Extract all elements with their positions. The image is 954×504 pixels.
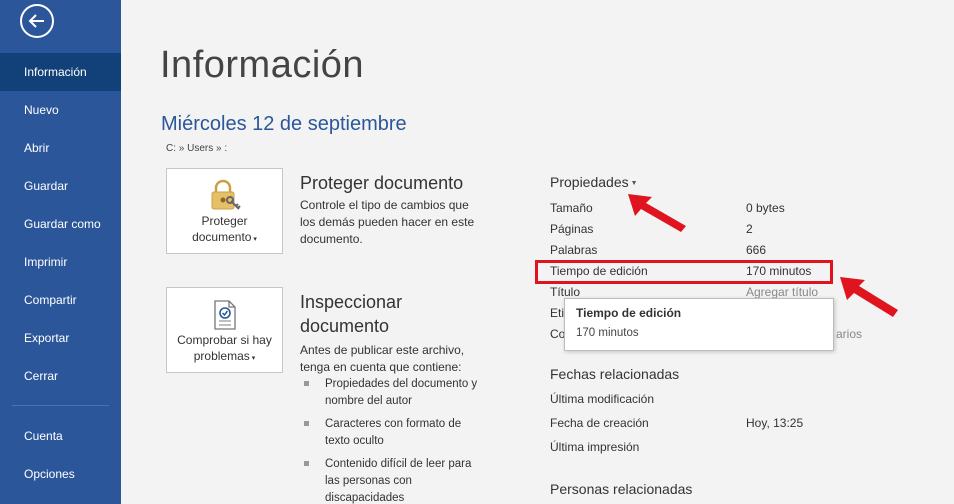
back-button[interactable]: [20, 4, 54, 38]
nav-item-abrir[interactable]: Abrir: [0, 129, 121, 167]
check-issues-button[interactable]: Comprobar si hay problemas ▾: [166, 287, 283, 373]
protect-document-label: Proteger documento ▾: [192, 214, 257, 244]
properties-header[interactable]: Propiedades ▼: [550, 174, 638, 190]
nav-item-guardar-como[interactable]: Guardar como: [0, 205, 121, 243]
page-title: Información: [160, 44, 365, 86]
related-people-header: Personas relacionadas: [550, 481, 693, 497]
nav-item-informacion[interactable]: Información: [0, 53, 121, 91]
red-arrow-icon: [628, 194, 686, 232]
nav-separator: [12, 405, 109, 406]
document-name: Miércoles 12 de septiembre: [161, 113, 407, 135]
property-row-size: Tamaño 0 bytes: [550, 201, 785, 215]
check-issues-label: Comprobar si hay problemas ▾: [177, 333, 272, 363]
date-row-last-modified: Última modificación: [550, 392, 655, 406]
editing-time-tooltip: Tiempo de edición 170 minutos: [564, 298, 834, 351]
protect-document-button[interactable]: Proteger documento ▾: [166, 168, 283, 254]
nav-item-guardar[interactable]: Guardar: [0, 167, 121, 205]
nav-item-cerrar[interactable]: Cerrar: [0, 357, 121, 395]
protect-document-description: Controle el tipo de cambios que los demá…: [300, 198, 475, 246]
editing-time-highlight: [535, 260, 833, 284]
related-dates-header: Fechas relacionadas: [550, 366, 680, 382]
nav-item-nuevo[interactable]: Nuevo: [0, 91, 121, 129]
inspect-document-title: Inspeccionar documento: [300, 292, 403, 336]
nav-item-opciones[interactable]: Opciones: [0, 455, 121, 493]
nav-item-compartir[interactable]: Compartir: [0, 281, 121, 319]
nav-item-cuenta[interactable]: Cuenta: [0, 417, 121, 455]
lock-key-icon: [211, 179, 241, 210]
property-row-pages: Páginas 2: [550, 222, 753, 236]
title-input[interactable]: Agregar título: [746, 285, 818, 299]
document-path[interactable]: C: » Users » :: [166, 143, 227, 154]
backstage-sidebar: Información Nuevo Abrir Guardar Guardar …: [0, 0, 121, 504]
list-item: Contenido difícil de leer para las perso…: [300, 456, 480, 504]
chevron-down-icon: ▼: [630, 179, 638, 187]
nav-item-imprimir[interactable]: Imprimir: [0, 243, 121, 281]
protect-document-title: Proteger documento: [300, 173, 464, 193]
date-row-created: Fecha de creación Hoy, 13:25: [550, 416, 804, 430]
property-row-words: Palabras 666: [550, 243, 767, 257]
inspect-bullet-list: Propiedades del documento y nombre del a…: [300, 376, 480, 504]
list-item: Propiedades del documento y nombre del a…: [300, 376, 480, 410]
date-row-last-printed: Última impresión: [550, 440, 640, 454]
list-item: Caracteres con formato de texto oculto: [300, 416, 480, 450]
inspect-document-description: Antes de publicar este archivo, tenga en…: [300, 343, 465, 374]
red-arrow-icon: [840, 277, 898, 317]
inspect-document-icon: [214, 300, 236, 330]
back-arrow-icon: [28, 14, 44, 28]
nav-item-exportar[interactable]: Exportar: [0, 319, 121, 357]
